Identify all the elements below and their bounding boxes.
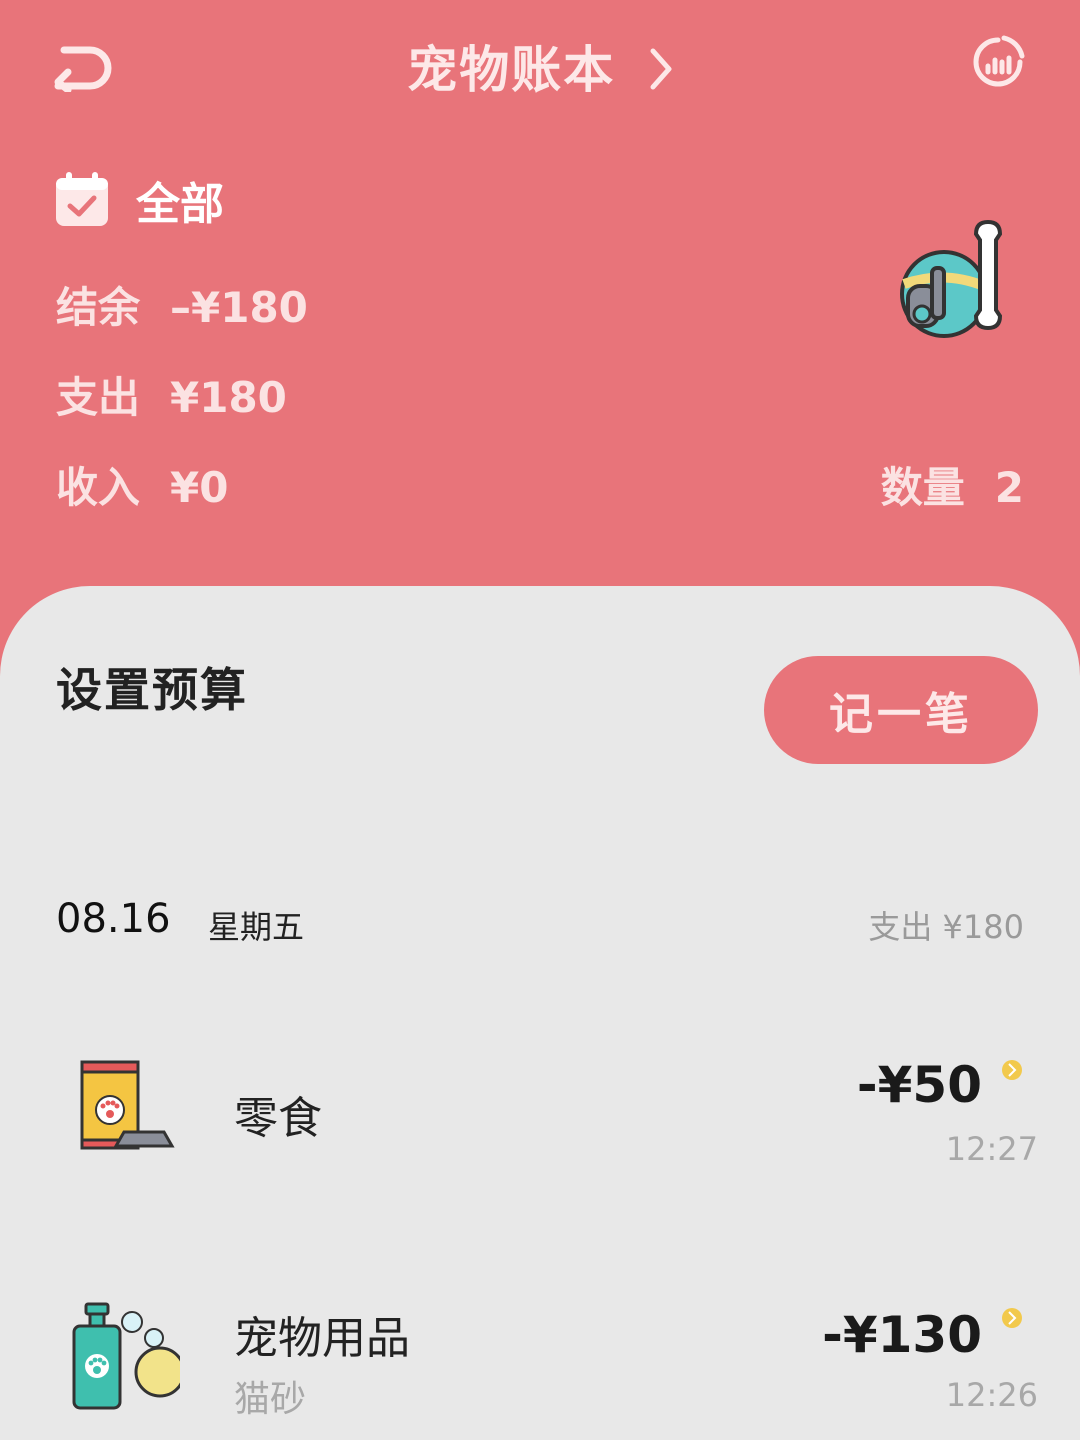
expense-label: 支出 bbox=[56, 373, 141, 422]
entry-time: 12:26 bbox=[945, 1376, 1038, 1414]
balance-value: –¥180 bbox=[170, 283, 308, 332]
entry-amount: -¥50 bbox=[856, 1056, 982, 1114]
page-title: 宠物账本 bbox=[407, 41, 616, 99]
income-summary: 收入 ¥0 bbox=[56, 454, 228, 515]
chart-icon[interactable] bbox=[968, 32, 1028, 92]
entry-note: 猫砂 bbox=[234, 1379, 307, 1420]
top-bar: 宠物账本 bbox=[0, 0, 1080, 130]
balance-summary: 结余 –¥180 bbox=[56, 274, 308, 335]
expense-summary: 支出 ¥180 bbox=[56, 364, 287, 425]
filter-label: 全部 bbox=[136, 179, 224, 230]
pet-toy-illustration bbox=[896, 214, 1020, 344]
list-item[interactable]: 零食 -¥50 12:27 bbox=[0, 1040, 1080, 1180]
balance-label: 结余 bbox=[56, 283, 141, 332]
calendar-check-icon bbox=[54, 172, 110, 228]
expense-value: ¥180 bbox=[170, 373, 287, 422]
day-header: 08.16 星期五 支出 ¥180 bbox=[56, 896, 1024, 952]
set-budget-link[interactable]: 设置预算 bbox=[56, 654, 248, 720]
count-value: 2 bbox=[994, 463, 1024, 512]
pet-shampoo-icon bbox=[70, 1300, 186, 1414]
coin-icon bbox=[1000, 1306, 1024, 1330]
entry-category: 宠物用品 bbox=[234, 1313, 410, 1364]
income-value: ¥0 bbox=[170, 463, 229, 512]
record-entry-button[interactable]: 记一笔 bbox=[764, 656, 1038, 764]
income-label: 收入 bbox=[56, 463, 141, 512]
entry-amount: -¥130 bbox=[822, 1306, 982, 1364]
day-total: 支出 ¥180 bbox=[868, 908, 1024, 946]
entry-time: 12:27 bbox=[945, 1130, 1038, 1168]
pet-food-bag-icon bbox=[76, 1056, 176, 1160]
coin-icon bbox=[1000, 1058, 1024, 1082]
list-item[interactable]: 宠物用品 猫砂 -¥130 12:26 bbox=[0, 1290, 1080, 1430]
period-filter[interactable]: 全部 bbox=[54, 170, 224, 230]
day-weekday: 星期五 bbox=[208, 908, 305, 946]
day-date: 08.16 bbox=[56, 896, 171, 942]
entry-category: 零食 bbox=[234, 1093, 322, 1144]
count-label: 数量 bbox=[880, 463, 965, 512]
book-selector[interactable]: 宠物账本 bbox=[0, 30, 1080, 103]
count-summary: 数量 2 bbox=[881, 454, 1024, 515]
chevron-right-icon bbox=[649, 45, 673, 103]
